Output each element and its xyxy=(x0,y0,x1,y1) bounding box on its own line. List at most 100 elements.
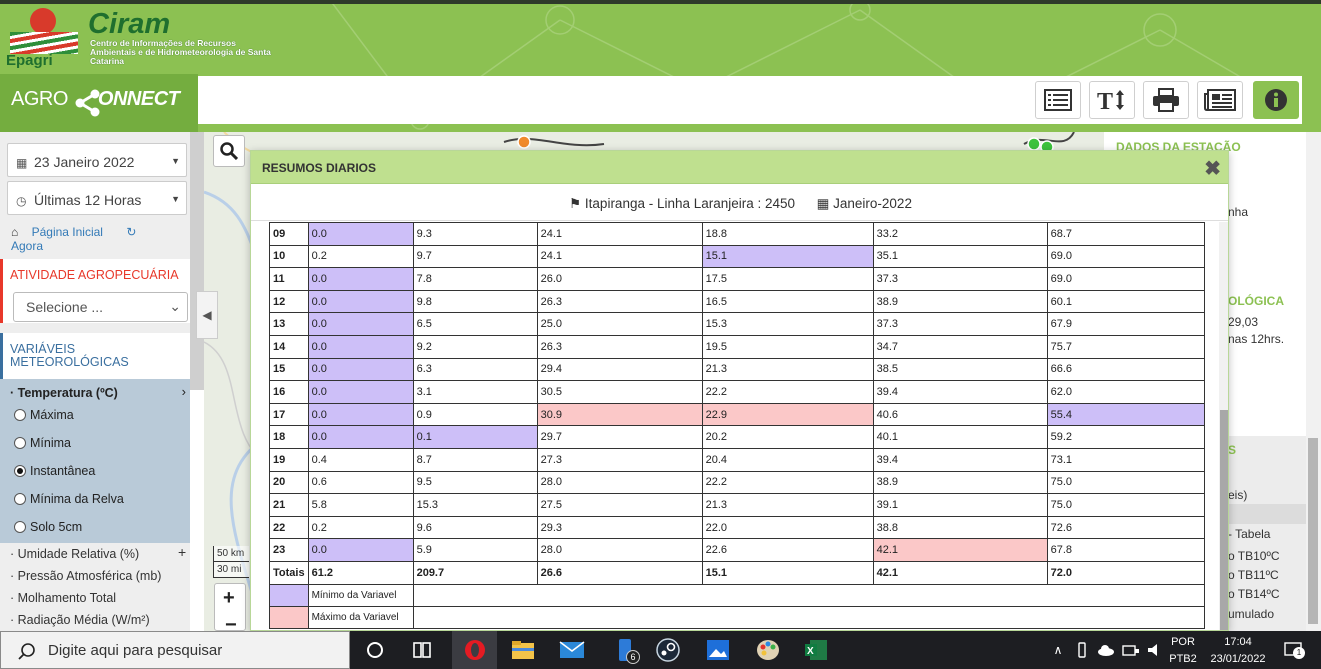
close-icon[interactable]: ✖ xyxy=(1204,156,1221,181)
value-cell: 6.5 xyxy=(412,312,538,336)
period-select[interactable]: ◷ Últimas 12 Horas ▼ xyxy=(7,181,187,215)
total-cell: 209.7 xyxy=(412,560,538,585)
value-cell: 9.3 xyxy=(412,222,538,246)
epagri-logo-icon xyxy=(30,8,56,34)
value-cell: 9.5 xyxy=(412,470,538,495)
table-row: 18 0.0 0.1 29.7 20.2 40.1 59.2 xyxy=(269,425,1205,449)
value-cell: 26.3 xyxy=(536,289,703,314)
modal-scrollbar[interactable] xyxy=(1219,222,1228,630)
print-button[interactable] xyxy=(1143,81,1189,119)
value-cell: 6.3 xyxy=(412,357,538,382)
var-pressao[interactable]: · Pressão Atmosférica (mb) xyxy=(10,569,161,583)
cloud-icon[interactable] xyxy=(1096,638,1116,662)
day-cell: 12 xyxy=(269,289,309,314)
photos-icon[interactable] xyxy=(705,638,731,662)
value-cell: 29.4 xyxy=(536,357,703,382)
top-strip xyxy=(0,0,1321,4)
list-button[interactable] xyxy=(1035,81,1081,119)
panel-frag-tb11[interactable]: o TB11ºC xyxy=(1228,568,1279,582)
radio-minima-relva[interactable]: Mínima da Relva xyxy=(14,492,124,506)
page-scrollbar[interactable] xyxy=(1306,132,1321,631)
modal-body[interactable]: 09 0.0 9.3 24.1 18.8 33.2 68.7 10 0.2 9.7 24.1 15.1… xyxy=(251,222,1219,630)
chevron-up-icon[interactable]: ∧ xyxy=(1050,638,1066,662)
value-cell: 40.1 xyxy=(872,425,1048,449)
clock-date[interactable]: 23/01/2022 xyxy=(1206,653,1270,665)
keyboard-layout[interactable]: PTB2 xyxy=(1168,653,1198,665)
notification-icon[interactable]: 1 xyxy=(1282,638,1305,662)
radio-maxima[interactable]: Máxima xyxy=(14,408,74,422)
text-size-button[interactable]: T xyxy=(1089,81,1135,119)
newspaper-icon xyxy=(1204,89,1236,111)
totals-row: Totais 61.2 209.7 26.6 15.1 42.1 72.0 xyxy=(269,560,1205,585)
app-prefix: AGRO xyxy=(11,88,68,110)
value-cell: 38.5 xyxy=(872,357,1048,382)
opera-icon[interactable] xyxy=(452,631,497,669)
temperature-group[interactable]: · Temperatura (ºC) › Máxima Mínima Insta… xyxy=(0,379,190,543)
table-row: 19 0.4 8.7 27.3 20.4 39.4 73.1 xyxy=(269,447,1205,472)
radio-instantanea[interactable]: Instantânea xyxy=(14,464,95,478)
modal-scrollbar-thumb[interactable] xyxy=(1220,410,1228,630)
value-cell: 0.0 xyxy=(307,425,414,449)
radio-solo[interactable]: Solo 5cm xyxy=(14,520,82,534)
value-cell: 28.0 xyxy=(536,538,703,562)
file-explorer-icon[interactable] xyxy=(510,638,536,662)
network-icon[interactable] xyxy=(1121,638,1141,662)
agroconnect-logo[interactable]: AGRO ONNECT xyxy=(0,74,198,134)
newspaper-button[interactable] xyxy=(1197,81,1243,119)
clock-time[interactable]: 17:04 xyxy=(1206,636,1270,648)
panel-frag-tb10[interactable]: o TB10ºC xyxy=(1228,549,1280,563)
info-button[interactable] xyxy=(1253,81,1299,119)
value-cell: 22.2 xyxy=(701,470,874,495)
vars-title: VARIÁVEIS METEOROLÓGICAS xyxy=(10,342,129,369)
taskbar-search[interactable]: Digite aqui para pesquisar xyxy=(0,631,350,669)
mail-icon[interactable] xyxy=(558,638,586,662)
table-row: 09 0.0 9.3 24.1 18.8 33.2 68.7 xyxy=(269,222,1205,246)
list-icon xyxy=(1044,89,1072,111)
usb-icon[interactable] xyxy=(1074,638,1090,662)
brand-logo[interactable]: Epagri Ciram Centro de Informações de Re… xyxy=(4,6,274,70)
day-cell: 15 xyxy=(269,357,309,382)
page-scrollbar-thumb[interactable] xyxy=(1308,438,1318,624)
zoom-in-button[interactable]: + xyxy=(223,587,235,610)
home-link[interactable]: ⌂ Página Inicial xyxy=(11,225,113,239)
var-radiacao[interactable]: · Radiação Média (W/m²) xyxy=(10,613,150,627)
value-cell: 8.7 xyxy=(412,447,538,472)
var-umidade[interactable]: · Umidade Relativa (%) xyxy=(10,547,139,561)
value-cell: 5.8 xyxy=(307,493,414,517)
date-select[interactable]: ▦ 23 Janeiro 2022 ▼ xyxy=(7,143,187,177)
value-cell: 39.1 xyxy=(872,493,1048,517)
panel-frag-tb14[interactable]: o TB14ºC xyxy=(1228,587,1280,601)
collapse-sidebar-button[interactable]: ◀ xyxy=(196,291,218,339)
value-cell: 24.1 xyxy=(536,244,703,269)
value-cell: 26.0 xyxy=(536,267,703,291)
print-icon xyxy=(1153,88,1179,112)
language-indicator[interactable]: POR xyxy=(1168,636,1198,648)
steam-icon[interactable] xyxy=(655,638,681,662)
agri-select[interactable]: Selecione ... ⌄ xyxy=(13,292,188,322)
panel-frag-acumulado[interactable]: umulado xyxy=(1228,607,1274,621)
modal-subtitle: ⚑ Itapiranga - Linha Laranjeira : 2450 ▦… xyxy=(251,185,1228,221)
table-row: 12 0.0 9.8 26.3 16.5 38.9 60.1 xyxy=(269,289,1205,314)
panel-frag-tabela[interactable]: - Tabela xyxy=(1228,527,1270,541)
search-icon xyxy=(220,142,238,160)
task-view-icon[interactable] xyxy=(410,638,434,662)
paint-icon[interactable] xyxy=(754,638,782,662)
value-cell: 38.9 xyxy=(872,289,1048,314)
chevron-down-icon: ⌄ xyxy=(169,298,181,314)
files-icon[interactable]: 6 xyxy=(610,638,640,664)
plus-icon[interactable]: + xyxy=(178,544,186,560)
var-molhamento[interactable]: · Molhamento Total xyxy=(10,591,116,605)
radio-icon xyxy=(14,493,26,505)
cortana-icon[interactable] xyxy=(364,638,386,662)
excel-icon[interactable]: X xyxy=(802,638,830,662)
clock-icon: ◷ xyxy=(16,194,27,208)
legend-label: Máximo da Variavel xyxy=(307,605,414,629)
value-cell: 67.9 xyxy=(1046,312,1205,336)
sidebar-scrollbar[interactable] xyxy=(190,132,204,390)
value-cell: 16.5 xyxy=(701,289,874,314)
legend-row: Mínimo da Variavel xyxy=(269,583,1205,607)
volume-icon[interactable] xyxy=(1146,638,1164,662)
epagri-stripes-icon xyxy=(10,32,78,54)
radio-minima[interactable]: Mínima xyxy=(14,436,71,450)
map-search-button[interactable] xyxy=(213,135,245,167)
